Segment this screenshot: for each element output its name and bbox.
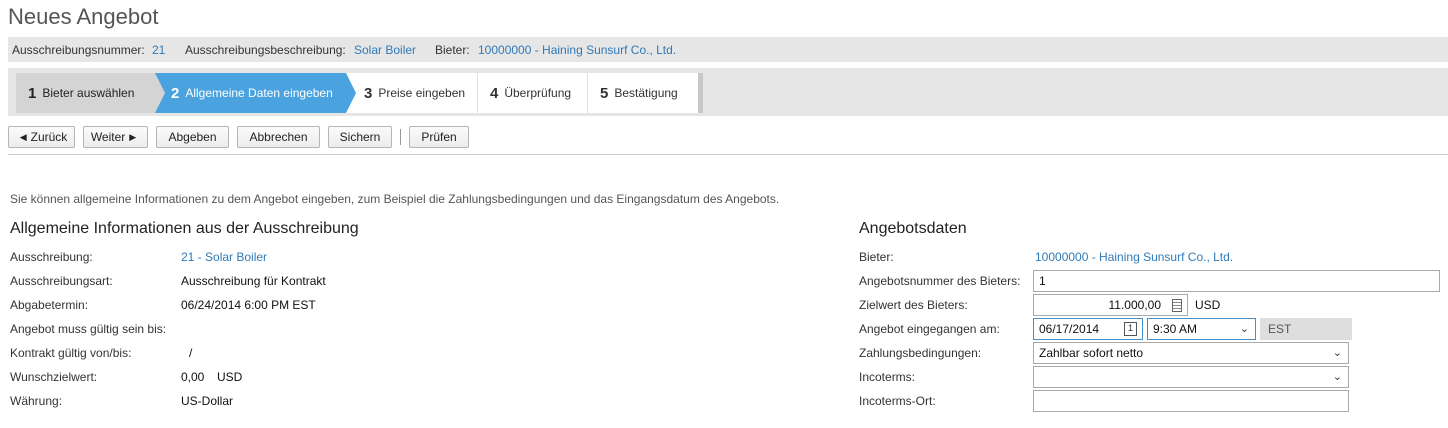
chevron-down-icon: ⌄: [1332, 347, 1342, 359]
check-button[interactable]: Prüfen: [409, 126, 469, 148]
bid-number-value: 1: [1039, 274, 1046, 288]
back-button-label: Zurück: [30, 130, 68, 144]
received-timezone: EST: [1260, 318, 1352, 340]
rfq-number-link[interactable]: 21: [152, 43, 165, 57]
received-time-select[interactable]: 9:30 AM ⌄: [1147, 318, 1256, 340]
general-info-title: Allgemeine Informationen aus der Ausschr…: [10, 220, 359, 237]
rfq-type-label: Ausschreibungsart:: [10, 274, 113, 288]
received-date-value: 06/17/2014: [1039, 322, 1100, 336]
rfq-label: Ausschreibung:: [10, 250, 93, 264]
bid-number-input[interactable]: 1: [1033, 270, 1440, 292]
step-enter-prices[interactable]: 3 Preise eingeben: [346, 73, 477, 113]
next-button-label: Weiter: [90, 130, 126, 144]
step-number: 5: [600, 84, 609, 102]
submit-button[interactable]: Abgeben: [156, 126, 229, 148]
contract-validity-value: /: [189, 346, 193, 360]
bidder-target-label: Zielwert des Bieters:: [859, 298, 968, 312]
rfq-description-link[interactable]: Solar Boiler: [354, 43, 416, 57]
step-number: 4: [490, 84, 499, 102]
calculator-icon[interactable]: [1172, 299, 1182, 312]
step-label: Bestätigung: [614, 86, 678, 100]
step-general-data[interactable]: 2 Allgemeine Daten eingeben: [155, 73, 356, 113]
step-bar-end: [698, 73, 703, 113]
desired-target-value: 0,00: [181, 370, 205, 384]
deadline-label: Abgabetermin:: [10, 298, 89, 312]
intro-text: Sie können allgemeine Informationen zu d…: [10, 192, 780, 206]
desired-target-label: Wunschzielwert:: [10, 370, 98, 384]
chevron-down-icon: ⌄: [1239, 323, 1249, 335]
deadline-value: 06/24/2014 6:00 PM EST: [181, 298, 316, 312]
step-label: Preise eingeben: [378, 86, 466, 100]
received-on-label: Angebot eingegangen am:: [859, 322, 1000, 336]
incoterms-select[interactable]: ⌄: [1033, 366, 1349, 388]
chevron-left-icon: ◀: [19, 131, 27, 142]
rfq-link[interactable]: 21 - Solar Boiler: [181, 250, 267, 264]
rfq-info-bar: Ausschreibungsnummer: 21 Ausschreibungsb…: [8, 37, 1448, 62]
currency-value: US-Dollar: [181, 394, 234, 408]
toolbar-divider: [8, 154, 1448, 155]
bidder-target-input[interactable]: 11.000,00: [1033, 294, 1188, 316]
contract-validity-label: Kontrakt gültig von/bis:: [10, 346, 132, 360]
incoterms-label: Incoterms:: [859, 370, 916, 384]
wizard-step-bar: 1 Bieter auswählen 2 Allgemeine Daten ei…: [8, 68, 1448, 116]
incoterms-place-input[interactable]: [1033, 390, 1349, 412]
bidder-target-currency: USD: [1195, 298, 1221, 312]
step-label: Allgemeine Daten eingeben: [185, 86, 333, 100]
received-time-value: 9:30 AM: [1153, 322, 1198, 336]
bid-bidder-link[interactable]: 10000000 - Haining Sunsurf Co., Ltd.: [1035, 250, 1233, 264]
cancel-button[interactable]: Abbrechen: [237, 126, 320, 148]
chevron-right-icon: ▶: [129, 131, 137, 142]
currency-label: Währung:: [10, 394, 63, 408]
rfq-type-value: Ausschreibung für Kontrakt: [181, 274, 326, 288]
step-label: Bieter auswählen: [42, 86, 135, 100]
bid-data-title: Angebotsdaten: [859, 220, 967, 237]
valid-until-label: Angebot muss gültig sein bis:: [10, 322, 167, 336]
step-number: 1: [28, 84, 37, 102]
step-label: Überprüfung: [504, 86, 572, 100]
bid-bidder-label: Bieter:: [859, 250, 894, 264]
bidder-label: Bieter:: [435, 43, 470, 57]
step-number: 3: [364, 84, 373, 102]
next-button[interactable]: Weiter ▶: [83, 126, 148, 148]
calendar-icon[interactable]: 1: [1124, 322, 1137, 336]
back-button[interactable]: ◀ Zurück: [8, 126, 75, 148]
desired-target-currency: USD: [217, 370, 243, 384]
incoterms-place-label: Incoterms-Ort:: [859, 394, 936, 408]
step-confirmation[interactable]: 5 Bestätigung: [587, 73, 698, 113]
rfq-number-label: Ausschreibungsnummer:: [12, 43, 145, 57]
bid-number-label: Angebotsnummer des Bieters:: [859, 274, 1021, 288]
step-review[interactable]: 4 Überprüfung: [477, 73, 587, 113]
received-date-input[interactable]: 06/17/2014 1: [1033, 318, 1143, 340]
rfq-description-label: Ausschreibungsbeschreibung:: [185, 43, 346, 57]
toolbar-separator: [400, 129, 401, 145]
chevron-down-icon: ⌄: [1332, 371, 1342, 383]
bidder-target-value: 11.000,00: [1108, 298, 1162, 312]
bidder-link[interactable]: 10000000 - Haining Sunsurf Co., Ltd.: [478, 43, 676, 57]
step-select-bidder[interactable]: 1 Bieter auswählen: [16, 73, 165, 113]
page-title: Neues Angebot: [8, 4, 159, 29]
step-number: 2: [171, 84, 180, 102]
save-button[interactable]: Sichern: [328, 126, 392, 148]
payment-terms-value: Zahlbar sofort netto: [1039, 346, 1144, 360]
payment-terms-select[interactable]: Zahlbar sofort netto ⌄: [1033, 342, 1349, 364]
payment-terms-label: Zahlungsbedingungen:: [859, 346, 982, 360]
